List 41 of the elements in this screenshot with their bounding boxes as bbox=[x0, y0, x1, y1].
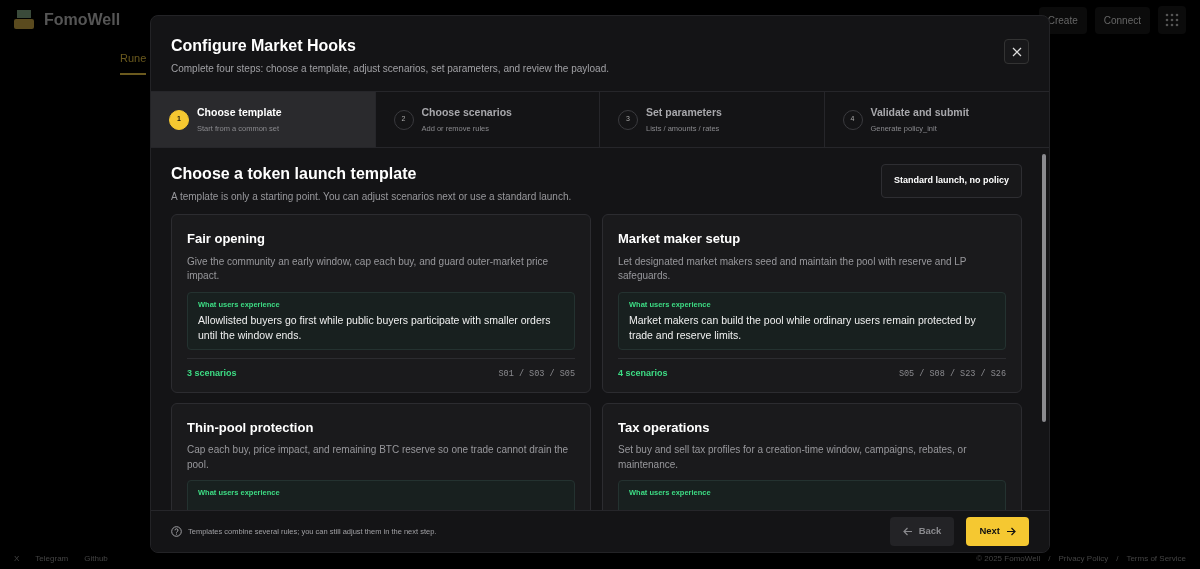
scenario-codes: S01 / S03 / S05 bbox=[498, 367, 575, 381]
close-button[interactable] bbox=[1004, 39, 1029, 64]
step-title: Set parameters bbox=[646, 104, 722, 120]
experience-text: Allowlisted buyers go first while public buyers participate with smaller orders until the window ends. bbox=[198, 312, 552, 344]
template-title: Thin-pool protection bbox=[187, 418, 315, 437]
step-title: Choose scenarios bbox=[421, 104, 512, 120]
rune-tab[interactable]: Rune bbox=[120, 50, 147, 75]
copyright-text: © 2025 FomoWell bbox=[976, 553, 1041, 565]
scenario-codes: S05 / S08 / S23 / S26 bbox=[898, 367, 1006, 381]
separator-text: / bbox=[1048, 553, 1051, 565]
brand-name[interactable]: FomoWell bbox=[44, 8, 121, 32]
template-title: Tax operations bbox=[618, 418, 711, 437]
logo-icon bbox=[14, 10, 36, 30]
grid-menu-icon[interactable] bbox=[1158, 6, 1186, 34]
step-title: Choose template bbox=[197, 104, 282, 120]
arrow-right-icon bbox=[1006, 527, 1016, 536]
back-button[interactable]: Back bbox=[889, 517, 955, 546]
section-subtitle: A template is only a starting point. You can adjust scenarios next or use a standard launch. bbox=[171, 190, 572, 205]
modal-subtitle: Complete four steps: choose a template, adjust scenarios, set parameters, and review the payload. bbox=[171, 62, 609, 77]
template-description: Set buy and sell tax profiles for a creation-time window, campaigns, rebates, or maintenance. bbox=[618, 443, 968, 472]
template-card[interactable] bbox=[602, 214, 1022, 393]
arrow-left-icon bbox=[902, 527, 913, 536]
section-title: Choose a token launch template bbox=[171, 164, 418, 184]
template-title: Fair opening bbox=[187, 230, 266, 249]
close-icon bbox=[1011, 46, 1022, 57]
scenario-count: 4 scenarios bbox=[618, 367, 668, 381]
scrollbar-thumb[interactable] bbox=[1042, 154, 1046, 422]
modal-title: Configure Market Hooks bbox=[171, 36, 357, 56]
next-button[interactable]: Next bbox=[966, 517, 1029, 546]
scenario-count: 3 scenarios bbox=[187, 367, 237, 381]
template-description: Cap each buy, price impact, and remaining BTC reserve so one trade cannot drain the pool. bbox=[187, 443, 570, 472]
help-icon bbox=[171, 526, 182, 537]
experience-text: Market makers can build the pool while ordinary users remain protected by trade and reserve limits. bbox=[629, 312, 977, 344]
connect-button[interactable]: Connect bbox=[1094, 6, 1150, 34]
standard-launch-button[interactable]: Standard launch, no policy bbox=[881, 164, 1022, 198]
template-title: Market maker setup bbox=[618, 230, 742, 249]
separator-text: / bbox=[1116, 553, 1119, 565]
template-description: Give the community an early window, cap each buy, and guard outer-market price impact. bbox=[187, 254, 550, 284]
template-description: Let designated market makers seed and maintain the pool with reserve and LP safeguards. bbox=[618, 254, 968, 284]
step-title: Validate and submit bbox=[870, 104, 970, 120]
template-card[interactable] bbox=[171, 214, 591, 393]
